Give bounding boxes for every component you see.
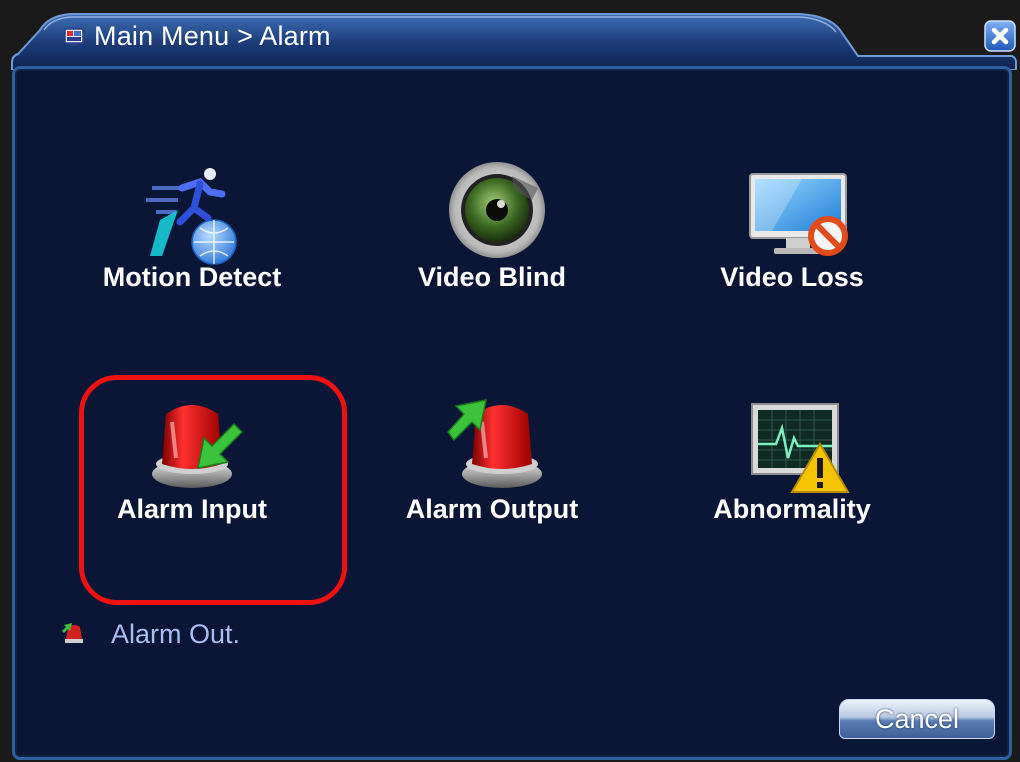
menu-item-label: Video Blind (417, 262, 566, 292)
menu-item-label: Motion Detect (102, 262, 282, 292)
menu-item-abnormality[interactable]: Abnormality (662, 392, 922, 572)
menu-item-label: Video Loss (720, 262, 864, 292)
menu-item-label: Alarm Output (405, 494, 579, 524)
video-loss-icon (749, 173, 848, 256)
alarm-menu-window: Main Menu > Alarm Motion Detect Video Bl… (0, 0, 1020, 762)
abnormality-icon (751, 403, 850, 493)
window-title: Main Menu > Alarm (94, 21, 331, 51)
selection-highlight (79, 375, 347, 605)
status-text: Alarm Out. (111, 619, 241, 649)
menu-item-video-blind[interactable]: Video Blind (362, 160, 622, 340)
menu-item-label: Abnormality (713, 494, 871, 524)
alarm-output-icon (447, 399, 542, 488)
menu-item-video-loss[interactable]: Video Loss (662, 160, 922, 340)
menu-item-motion-detect[interactable]: Motion Detect (62, 160, 322, 340)
close-icon[interactable] (984, 20, 1016, 52)
video-blind-icon (449, 162, 545, 258)
menu-item-alarm-output[interactable]: Alarm Output (362, 392, 622, 572)
alarm-out-icon (62, 623, 83, 643)
cancel-button[interactable]: Cancel (839, 699, 995, 739)
menu-icon (64, 28, 84, 46)
motion-detect-icon (146, 168, 237, 265)
